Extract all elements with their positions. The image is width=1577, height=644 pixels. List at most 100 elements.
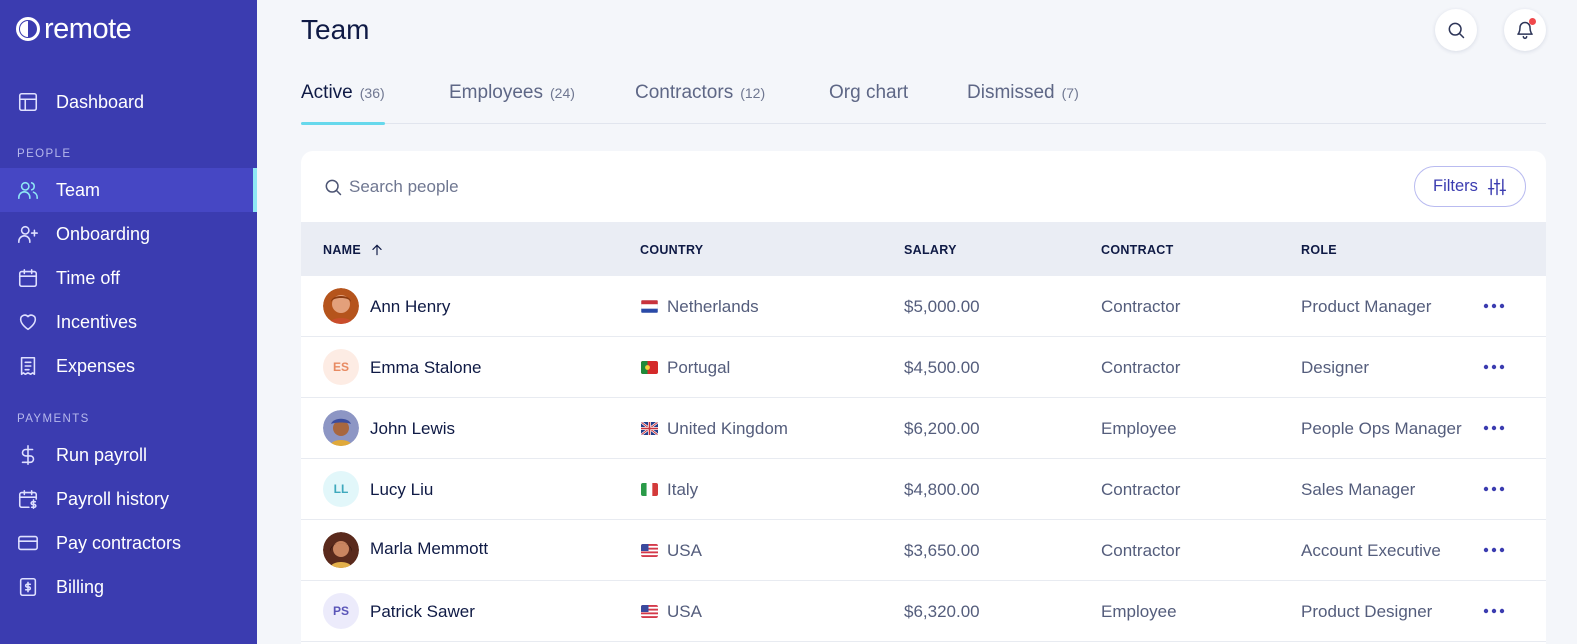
- flag-usa-icon: [641, 544, 658, 557]
- search-icon: [323, 177, 343, 197]
- avatar-initials: PS: [323, 593, 359, 629]
- sidebar-item-billing[interactable]: Billing: [0, 565, 257, 609]
- search-row: Filters: [301, 151, 1546, 222]
- sidebar-item-expenses[interactable]: Expenses: [0, 344, 257, 388]
- sidebar-item-onboarding[interactable]: Onboarding: [0, 212, 257, 256]
- sidebar-item-label: Dashboard: [56, 91, 145, 112]
- sidebar-item-pay-contractors[interactable]: Pay contractors: [0, 521, 257, 565]
- contract-type: Contractor: [1101, 297, 1181, 316]
- tab-contractors[interactable]: Contractors (12): [635, 82, 765, 124]
- role: Account Executive: [1301, 541, 1441, 560]
- section-label-people: PEOPLE: [17, 148, 72, 160]
- search-icon: [1448, 22, 1465, 39]
- column-header-contract[interactable]: CONTRACT: [1101, 243, 1174, 257]
- person-name[interactable]: Lucy Liu: [370, 480, 490, 500]
- table-row[interactable]: LL Lucy Liu Italy $4,800.00 Contractor S…: [301, 459, 1546, 520]
- sidebar-item-dashboard[interactable]: Dashboard: [0, 80, 257, 124]
- sidebar-item-label: Expenses: [56, 355, 136, 376]
- search-button[interactable]: [1435, 9, 1477, 51]
- more-actions-button[interactable]: [1481, 540, 1507, 560]
- sidebar-item-label: Incentives: [56, 311, 138, 332]
- person-name[interactable]: John Lewis: [370, 419, 490, 439]
- contract-type: Employee: [1101, 419, 1177, 438]
- person-name[interactable]: Marla Memmott: [370, 539, 490, 559]
- country: USA: [667, 541, 702, 560]
- more-horizontal-icon: [1483, 547, 1505, 553]
- column-header-country[interactable]: COUNTRY: [640, 243, 703, 257]
- logo-text: remote: [44, 12, 132, 45]
- flag-usa-icon: [641, 605, 658, 618]
- tab-count: (36): [359, 85, 385, 101]
- person-name[interactable]: Emma Stalone: [370, 358, 490, 378]
- table-row[interactable]: John Lewis United Kingdom $6,200.00 Empl…: [301, 398, 1546, 459]
- sidebar-item-label: Onboarding: [56, 223, 151, 244]
- contract-type: Employee: [1101, 602, 1177, 621]
- table-row[interactable]: Marla Memmott USA $3,650.00 Contractor A…: [301, 520, 1546, 581]
- table-header: NAME COUNTRY SALARY CONTRACT ROLE: [301, 222, 1546, 276]
- column-header-role[interactable]: ROLE: [1301, 243, 1337, 257]
- users-icon: [16, 178, 40, 202]
- flag-united-kingdom-icon: [641, 422, 658, 435]
- sliders-icon: [1487, 178, 1506, 195]
- more-horizontal-icon: [1483, 425, 1505, 431]
- sidebar-item-time-off[interactable]: Time off: [0, 256, 257, 300]
- country: Netherlands: [667, 297, 759, 316]
- tab-count: (7): [1061, 85, 1079, 101]
- salary: $5,000.00: [904, 297, 980, 316]
- avatar: [323, 410, 359, 446]
- salary: $4,500.00: [904, 358, 980, 377]
- sidebar-item-payroll-history[interactable]: Payroll history: [0, 477, 257, 521]
- role: Product Manager: [1301, 297, 1432, 316]
- notification-badge: [1529, 18, 1536, 25]
- tab-label: Dismissed: [967, 82, 1055, 103]
- remote-logo[interactable]: remote: [16, 12, 132, 45]
- arrow-up-icon: [372, 244, 382, 256]
- table-row[interactable]: ES Emma Stalone Portugal $4,500.00 Contr…: [301, 337, 1546, 398]
- person-name[interactable]: Ann Henry: [370, 297, 490, 317]
- tab-active[interactable]: Active (36): [301, 82, 385, 125]
- tab-employees[interactable]: Employees (24): [449, 82, 575, 124]
- country: USA: [667, 602, 702, 621]
- avatar: [323, 532, 359, 568]
- role: People Ops Manager: [1301, 419, 1462, 438]
- sidebar: remote Dashboard PEOPLE Team Onboarding …: [0, 0, 257, 644]
- search-input[interactable]: [349, 173, 849, 201]
- more-horizontal-icon: [1483, 303, 1505, 309]
- more-actions-button[interactable]: [1481, 357, 1507, 377]
- people-table-card: Filters NAME COUNTRY SALARY CONTRACT ROL…: [301, 151, 1546, 644]
- country: Portugal: [667, 358, 731, 377]
- sidebar-item-label: Run payroll: [56, 444, 148, 465]
- sidebar-item-run-payroll[interactable]: Run payroll: [0, 433, 257, 477]
- tab-org-chart[interactable]: Org chart: [829, 82, 908, 124]
- receipt-icon: [16, 354, 40, 378]
- tab-count: (24): [550, 85, 575, 101]
- team-tabs: Active (36) Employees (24) Contractors (12)…: [301, 72, 1546, 125]
- more-horizontal-icon: [1483, 608, 1505, 614]
- column-header-name[interactable]: NAME: [323, 243, 384, 257]
- filters-button[interactable]: Filters: [1414, 166, 1526, 207]
- sidebar-item-label: Time off: [56, 267, 121, 288]
- column-header-salary[interactable]: SALARY: [904, 243, 957, 257]
- more-horizontal-icon: [1483, 364, 1505, 370]
- sidebar-item-incentives[interactable]: Incentives: [0, 300, 257, 344]
- sidebar-item-team[interactable]: Team: [0, 168, 257, 212]
- more-actions-button[interactable]: [1481, 479, 1507, 499]
- notifications-button[interactable]: [1504, 9, 1546, 51]
- table-row[interactable]: PS Patrick Sawer USA $6,320.00 Employee …: [301, 581, 1546, 642]
- sidebar-item-label: Pay contractors: [56, 532, 182, 553]
- tab-label: Employees: [449, 82, 543, 103]
- contract-type: Contractor: [1101, 541, 1181, 560]
- role: Designer: [1301, 358, 1370, 377]
- avatar-initials: LL: [323, 471, 359, 507]
- more-actions-button[interactable]: [1481, 601, 1507, 621]
- table-row[interactable]: Ann Henry Netherlands $5,000.00 Contract…: [301, 276, 1546, 337]
- person-name[interactable]: Patrick Sawer: [370, 602, 490, 622]
- sidebar-item-label: Payroll history: [56, 488, 170, 509]
- tab-label: Contractors: [635, 82, 734, 103]
- more-actions-button[interactable]: [1481, 418, 1507, 438]
- tab-dismissed[interactable]: Dismissed (7): [967, 82, 1079, 124]
- billing-icon: [16, 575, 40, 599]
- role: Sales Manager: [1301, 480, 1416, 499]
- flag-italy-icon: [641, 483, 658, 496]
- more-actions-button[interactable]: [1481, 296, 1507, 316]
